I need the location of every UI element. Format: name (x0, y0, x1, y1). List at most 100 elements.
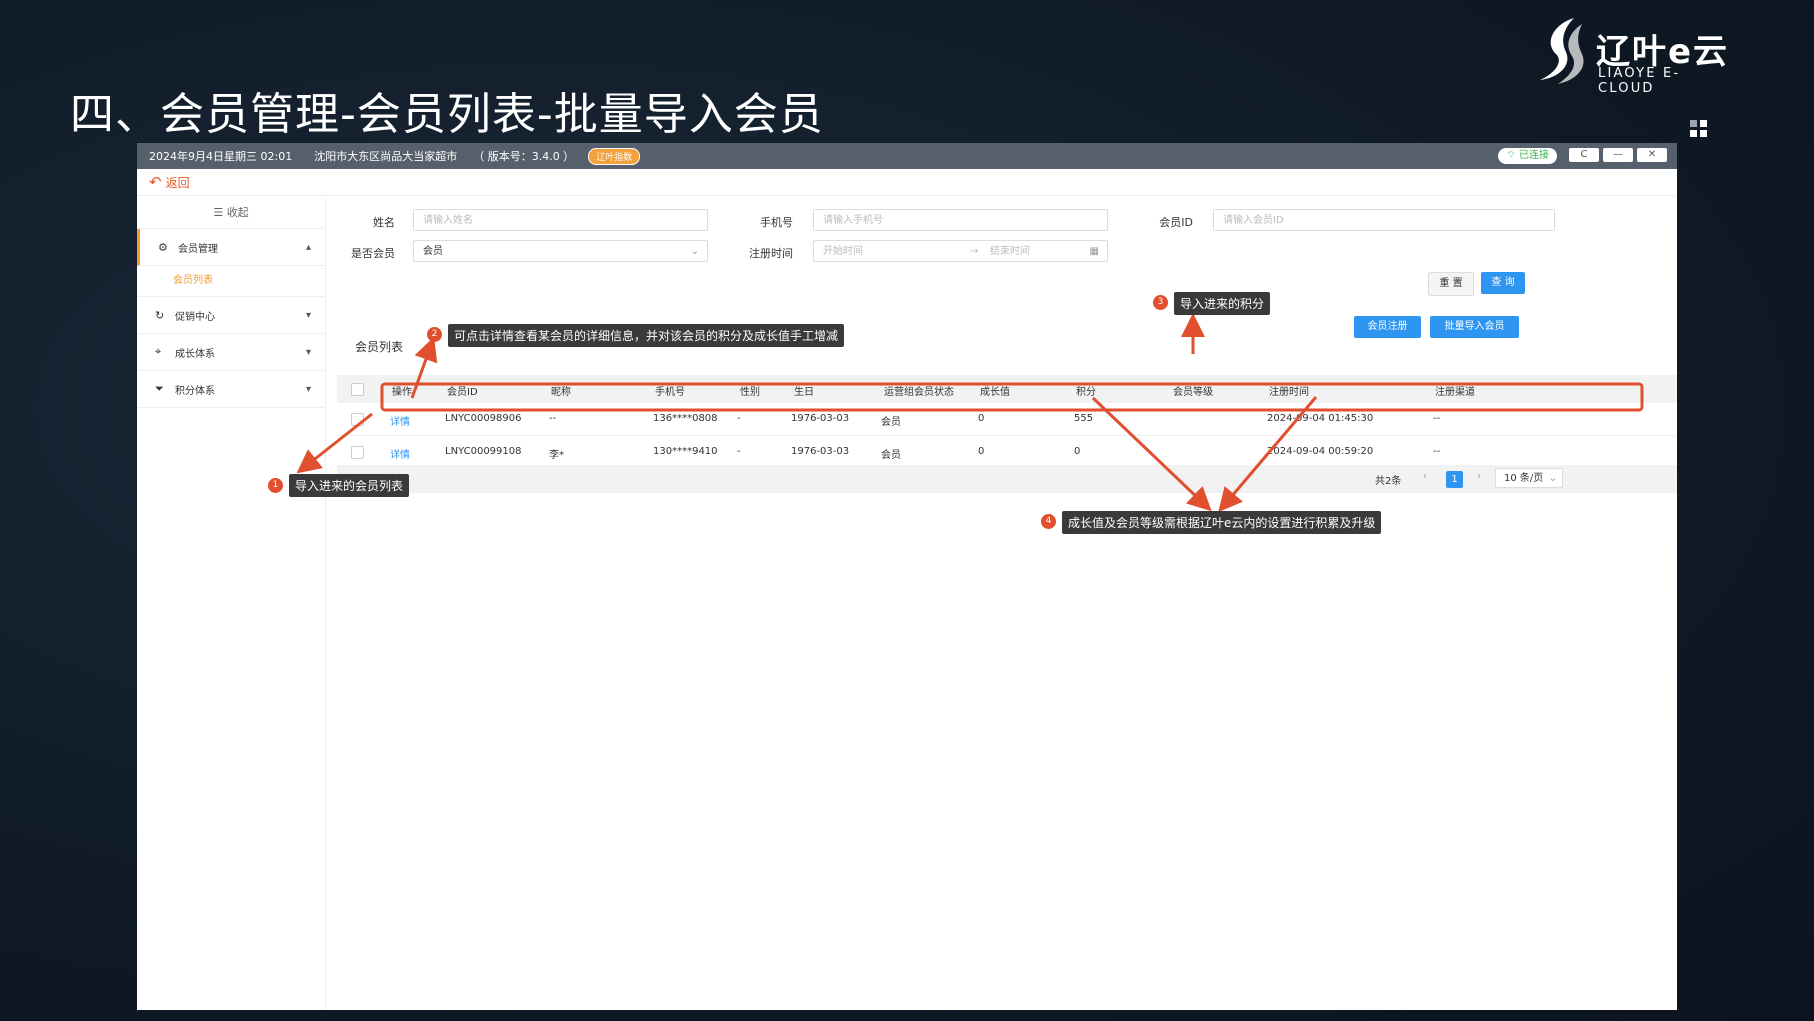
table-header: 操作 会员ID 昵称 手机号 性别 生日 运营组会员状态 成长值 积分 会员等级… (337, 375, 1677, 403)
tag-icon: ⌖ (155, 345, 162, 358)
chevron-down-icon: ▾ (305, 309, 311, 321)
annotation-3: 导入进来的积分 (1174, 292, 1271, 315)
cell-member-id: LNYC00098906 (445, 413, 522, 424)
titlebar: 2024年9月4日星期三 02:01 沈阳市大东区尚品大当家超市 （ 版本号：3… (137, 143, 1677, 169)
name-label: 姓名 (373, 216, 395, 229)
col-birthday: 生日 (794, 387, 814, 398)
cell-status: 会员 (881, 417, 901, 428)
table-row: 详情 LNYC00098906 -- 136****0808 - 1976-03… (337, 403, 1677, 436)
sidebar: ☰ 收起 ⚙ 会员管理 ▴ 会员列表 ↻ 促销中心 ▾ ⌖ 成长体系 ▾ ⏷ 积… (137, 198, 326, 1010)
cell-channel: -- (1433, 446, 1441, 457)
phone-input[interactable]: 请输入手机号 (813, 209, 1108, 231)
cell-growth: 0 (978, 446, 985, 457)
detail-link[interactable]: 详情 (390, 446, 410, 461)
detail-link[interactable]: 详情 (390, 413, 410, 428)
menu-fold-icon: ☰ (213, 206, 224, 219)
back-bar: ↶ 返回 (137, 169, 1677, 196)
cell-birthday: 1976-03-03 (791, 413, 850, 424)
col-member-id: 会员ID (447, 387, 478, 398)
store-name: 沈阳市大东区尚品大当家超市 (314, 150, 458, 163)
brand-swirl-icon (1540, 18, 1584, 84)
refresh-button[interactable]: C (1569, 148, 1599, 162)
batch-import-button[interactable]: 批量导入会员 (1430, 316, 1519, 338)
grid-dots-icon (1690, 120, 1707, 137)
col-level: 会员等级 (1173, 387, 1213, 398)
connection-label: 已连接 (1519, 150, 1549, 161)
end-time-placeholder: 结束时间 (990, 246, 1030, 257)
back-link[interactable]: 返回 (166, 174, 190, 191)
row-checkbox[interactable] (351, 413, 364, 426)
slide-title: 四、会员管理-会员列表-批量导入会员 (70, 89, 824, 140)
sidebar-item-growth[interactable]: ⌖ 成长体系 ▾ (137, 334, 325, 371)
sidebar-item-label: 促销中心 (175, 311, 215, 323)
chevron-down-icon: ⌄ (690, 246, 699, 257)
is-member-select[interactable]: 会员 ⌄ (413, 240, 708, 262)
pagination: 共2条 ‹ 1 › 10 条/页 ⌄ (337, 465, 1677, 493)
chevron-down-icon: ▾ (305, 346, 311, 358)
app-window: 2024年9月4日星期三 02:01 沈阳市大东区尚品大当家超市 （ 版本号：3… (137, 143, 1677, 1010)
col-channel: 注册渠道 (1435, 387, 1475, 398)
col-gender: 性别 (740, 387, 760, 398)
cell-birthday: 1976-03-03 (791, 446, 850, 457)
annotation-num-4: 4 (1041, 514, 1056, 529)
select-all-checkbox[interactable] (351, 383, 364, 396)
index-badge[interactable]: 辽叶指数 (588, 147, 641, 165)
col-regtime: 注册时间 (1269, 387, 1309, 398)
sidebar-item-label: 积分体系 (175, 385, 215, 397)
cell-channel: -- (1433, 413, 1441, 424)
cell-status: 会员 (881, 450, 901, 461)
col-points: 积分 (1076, 387, 1096, 398)
reset-button[interactable]: 重 置 (1428, 272, 1474, 296)
refresh-icon: ↻ (155, 308, 165, 322)
minimize-button[interactable]: — (1603, 148, 1633, 162)
funnel-icon: ⏷ (155, 382, 164, 395)
cell-phone: 136****0808 (653, 413, 718, 424)
cell-gender: - (737, 446, 741, 457)
sidebar-item-member-management[interactable]: ⚙ 会员管理 ▴ (137, 229, 325, 266)
phone-label: 手机号 (760, 216, 793, 229)
cell-gender: - (737, 413, 741, 424)
page-number[interactable]: 1 (1446, 471, 1463, 488)
regtime-range-input[interactable]: 开始时间 → 结束时间 ▦ (813, 240, 1108, 262)
member-id-label: 会员ID (1159, 216, 1193, 229)
register-member-button[interactable]: 会员注册 (1354, 316, 1421, 338)
chevron-down-icon: ⌄ (1548, 473, 1557, 484)
close-button[interactable]: ✕ (1637, 148, 1667, 162)
brand-logo: 辽叶e云 LIAOYE E-CLOUD (1534, 14, 1734, 96)
datetime: 2024年9月4日星期三 02:01 (149, 150, 293, 163)
sidebar-item-label: 会员管理 (178, 243, 218, 255)
page-size-select[interactable]: 10 条/页 ⌄ (1495, 468, 1563, 488)
cell-nickname: 李* (549, 450, 564, 461)
member-table: 操作 会员ID 昵称 手机号 性别 生日 运营组会员状态 成长值 积分 会员等级… (337, 375, 1677, 469)
annotation-num-2: 2 (427, 327, 442, 342)
name-input[interactable]: 请输入姓名 (413, 209, 708, 231)
cell-points: 0 (1074, 446, 1081, 457)
annotation-num-1: 1 (268, 478, 283, 493)
start-time-placeholder: 开始时间 (823, 246, 863, 257)
chevron-down-icon: ▾ (305, 383, 311, 395)
next-page-icon[interactable]: › (1477, 471, 1481, 482)
total-count: 共2条 (1375, 476, 1402, 487)
is-member-value: 会员 (423, 246, 443, 257)
sidebar-item-promotion[interactable]: ↻ 促销中心 ▾ (137, 297, 325, 334)
cell-regtime: 2024-09-04 01:45:30 (1267, 413, 1374, 424)
back-arrow-icon[interactable]: ↶ (149, 173, 162, 191)
col-phone: 手机号 (655, 387, 685, 398)
annotation-num-3: 3 (1153, 295, 1168, 310)
cell-nickname: -- (549, 413, 557, 424)
list-title: 会员列表 (355, 340, 404, 354)
sidebar-item-points[interactable]: ⏷ 积分体系 ▾ (137, 371, 325, 408)
member-id-input[interactable]: 请输入会员ID (1213, 209, 1555, 231)
cell-member-id: LNYC00099108 (445, 446, 522, 457)
cell-points: 555 (1074, 413, 1094, 424)
query-button[interactable]: 查 询 (1481, 272, 1525, 294)
col-status: 运营组会员状态 (884, 387, 954, 398)
chevron-up-icon: ▴ (305, 241, 311, 253)
row-checkbox[interactable] (351, 446, 364, 459)
cell-regtime: 2024-09-04 00:59:20 (1267, 446, 1374, 457)
sidebar-item-label: 成长体系 (175, 348, 215, 360)
sidebar-subitem-member-list[interactable]: 会员列表 (137, 266, 325, 297)
collapse-button[interactable]: ☰ 收起 (137, 198, 325, 229)
prev-page-icon[interactable]: ‹ (1423, 471, 1427, 482)
page-size-value: 10 条/页 (1504, 473, 1544, 484)
